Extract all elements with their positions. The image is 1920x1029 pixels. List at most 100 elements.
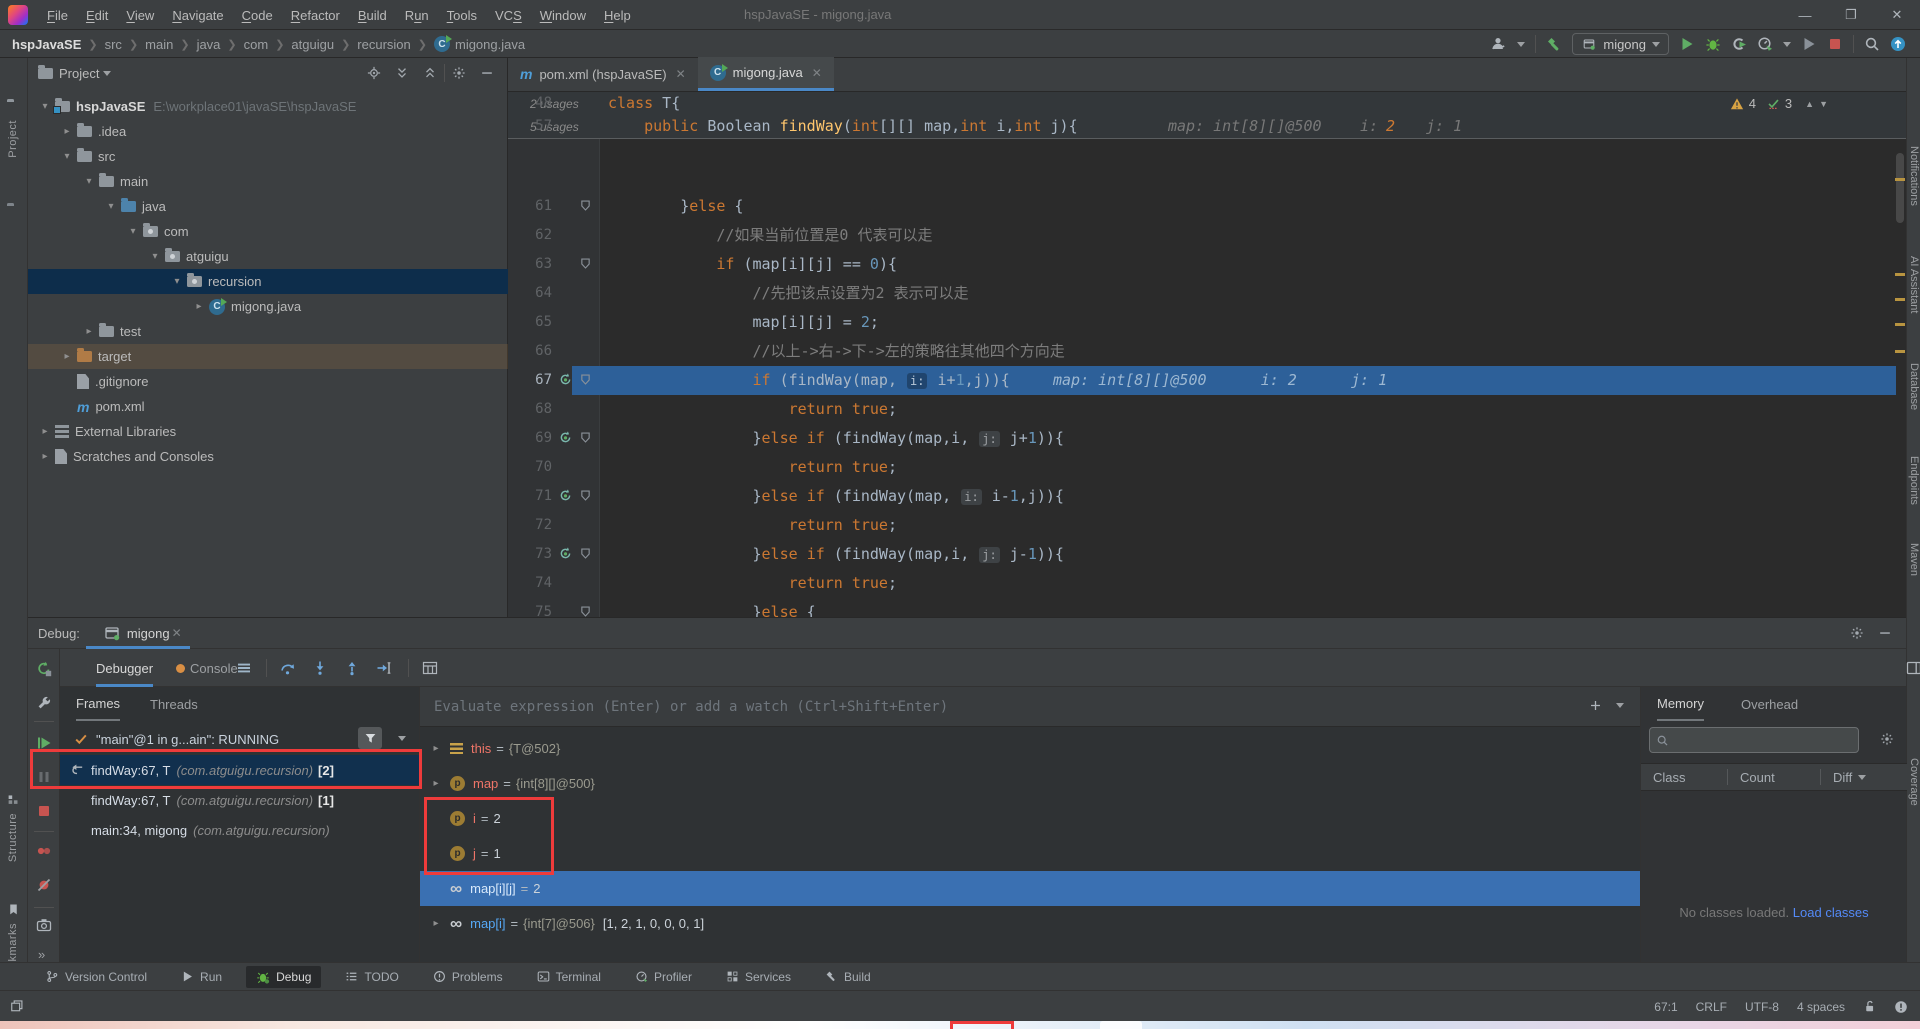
- breadcrumb-file[interactable]: migong.java: [455, 37, 525, 52]
- tree-item-target[interactable]: ▸target: [28, 344, 508, 369]
- breadcrumb-java[interactable]: java: [197, 37, 221, 52]
- tree-item-pom.xml[interactable]: mpom.xml: [28, 394, 508, 419]
- chevron-down-icon[interactable]: [103, 71, 111, 76]
- code-line-71[interactable]: 71 }else if (findWay(map, i: i-1,j)){: [508, 482, 1906, 511]
- step-over-button[interactable]: [280, 660, 296, 676]
- hide-panel-button[interactable]: [480, 66, 494, 80]
- line-number[interactable]: 63: [508, 250, 552, 279]
- line-number[interactable]: 75: [508, 598, 552, 617]
- tree-chevron-icon[interactable]: ▸: [60, 351, 74, 362]
- tree-chevron-icon[interactable]: ▸: [428, 743, 444, 754]
- debug-settings-wrench-icon[interactable]: [36, 695, 52, 711]
- tool-stripe-endpoints[interactable]: Endpoints: [1908, 456, 1920, 505]
- stack-frame[interactable]: main:34, migong(com.atguigu.recursion): [60, 815, 420, 845]
- tree-chevron-icon[interactable]: ▾: [60, 151, 74, 162]
- line-number[interactable]: 70: [508, 453, 552, 482]
- layout-options-icon[interactable]: [236, 660, 252, 676]
- tree-chevron-icon[interactable]: ▸: [38, 451, 52, 462]
- menu-help[interactable]: Help: [595, 8, 640, 23]
- tree-item-src[interactable]: ▾src: [28, 144, 508, 169]
- line-number[interactable]: 74: [508, 569, 552, 598]
- code-line-74[interactable]: 74 return true;: [508, 569, 1906, 598]
- prev-highlight-icon[interactable]: ▲: [1805, 99, 1814, 109]
- memory-settings-icon[interactable]: [1880, 732, 1894, 746]
- line-number[interactable]: 65: [508, 308, 552, 337]
- tool-windows-icon[interactable]: [10, 999, 24, 1013]
- tree-item-.idea[interactable]: ▸.idea: [28, 119, 508, 144]
- fold-marker-icon[interactable]: [579, 431, 592, 444]
- chevron-down-icon[interactable]: [1783, 42, 1791, 47]
- sticky-line-48[interactable]: 48class T{2 usages: [508, 92, 1906, 115]
- stack-frame[interactable]: findWay:67, T(com.atguigu.recursion)[1]: [60, 785, 420, 815]
- variable-row-j[interactable]: pj=1: [420, 836, 1640, 871]
- tool-stripe-database[interactable]: Database: [1908, 363, 1920, 410]
- tool-stripe-structure[interactable]: Structure: [7, 813, 19, 862]
- select-opened-file-button[interactable]: [367, 66, 381, 80]
- tool-window-button-services[interactable]: Services: [716, 966, 801, 988]
- tree-chevron-icon[interactable]: ▾: [82, 176, 96, 187]
- tree-item-.gitignore[interactable]: .gitignore: [28, 369, 508, 394]
- tool-window-button-profiler[interactable]: Profiler: [625, 966, 702, 988]
- code-line-73[interactable]: 73 }else if (findWay(map,i, j: j-1)){: [508, 540, 1906, 569]
- tree-chevron-icon[interactable]: ▾: [38, 101, 52, 112]
- tree-item-hspJavaSE[interactable]: ▾hspJavaSEE:\workplace01\javaSE\hspJavaS…: [28, 94, 508, 119]
- next-highlight-icon[interactable]: ▼: [1819, 99, 1828, 109]
- tree-item-test[interactable]: ▸test: [28, 319, 508, 344]
- line-number[interactable]: 72: [508, 511, 552, 540]
- inspections-widget[interactable]: 4 3 ▲ ▼: [1730, 96, 1828, 111]
- code-line-62[interactable]: 62 //如果当前位置是0 代表可以走: [508, 221, 1906, 250]
- tool-window-button-version-control[interactable]: Version Control: [36, 966, 157, 988]
- rerun-debug-button[interactable]: [36, 661, 52, 677]
- step-out-button[interactable]: [344, 660, 360, 676]
- tool-stripe-bookmarks-icon[interactable]: [7, 903, 20, 916]
- restore-layout-icon[interactable]: [1906, 660, 1920, 676]
- line-number[interactable]: 62: [508, 221, 552, 250]
- editor-tab-migong.java[interactable]: Cmigong.java✕: [698, 57, 834, 91]
- menu-code[interactable]: Code: [233, 8, 282, 23]
- minimize-button[interactable]: —: [1782, 0, 1828, 30]
- debugger-tab-console[interactable]: Console: [176, 649, 238, 687]
- menu-edit[interactable]: Edit: [77, 8, 117, 23]
- chevron-down-icon[interactable]: [1616, 703, 1624, 708]
- code-line-63[interactable]: 63 if (map[i][j] == 0){: [508, 250, 1906, 279]
- tool-stripe-project[interactable]: Project: [7, 120, 19, 158]
- tree-chevron-icon[interactable]: ▾: [170, 276, 184, 287]
- code-line-61[interactable]: 61 }else {: [508, 192, 1906, 221]
- fold-marker-icon[interactable]: [579, 199, 592, 212]
- project-settings-icon[interactable]: [452, 66, 466, 80]
- variable-row-this[interactable]: ▸this={T@502}: [420, 731, 1640, 766]
- step-into-button[interactable]: [312, 660, 328, 676]
- evaluate-expression-input[interactable]: Evaluate expression (Enter) or add a wat…: [420, 687, 1640, 727]
- tree-chevron-icon[interactable]: ▾: [104, 201, 118, 212]
- tool-stripe-maven[interactable]: Maven: [1908, 543, 1920, 576]
- memory-column-diff[interactable]: Diff: [1821, 770, 1852, 785]
- debugger-tab-debugger[interactable]: Debugger: [96, 649, 153, 687]
- rerun-disabled-button[interactable]: [1801, 36, 1817, 52]
- code-line-69[interactable]: 69 }else if (findWay(map,i, j: j+1)){: [508, 424, 1906, 453]
- run-button[interactable]: [1679, 36, 1695, 52]
- collapse-all-button[interactable]: [423, 66, 437, 80]
- tree-item-java[interactable]: ▾java: [28, 194, 508, 219]
- breadcrumb-src[interactable]: src: [105, 37, 122, 52]
- tool-window-button-build[interactable]: Build: [815, 966, 881, 988]
- tree-item-com[interactable]: ▾com: [28, 219, 508, 244]
- tool-stripe-notifications[interactable]: Notifications: [1908, 146, 1920, 206]
- project-view-selector[interactable]: Project: [59, 66, 99, 81]
- code-line-64[interactable]: 64 //先把该点设置为2 表示可以走: [508, 279, 1906, 308]
- tool-stripe-ai-assistant[interactable]: AI Assistant: [1908, 256, 1920, 313]
- menu-window[interactable]: Window: [531, 8, 595, 23]
- debug-button[interactable]: [1705, 36, 1721, 52]
- close-button[interactable]: ✕: [1874, 0, 1920, 30]
- tool-window-button-debug[interactable]: Debug: [246, 966, 321, 988]
- tree-chevron-icon[interactable]: ▸: [428, 778, 444, 789]
- editor-scrollbar[interactable]: [1896, 153, 1904, 223]
- line-number[interactable]: 68: [508, 395, 552, 424]
- code-line-65[interactable]: 65 map[i][j] = 2;: [508, 308, 1906, 337]
- fold-marker-icon[interactable]: [579, 605, 592, 617]
- memory-column-count[interactable]: Count: [1728, 770, 1820, 785]
- code-line-70[interactable]: 70 return true;: [508, 453, 1906, 482]
- menu-file[interactable]: File: [38, 8, 77, 23]
- build-project-button[interactable]: [1546, 36, 1562, 52]
- menu-view[interactable]: View: [117, 8, 163, 23]
- thread-dump-button[interactable]: [36, 917, 52, 933]
